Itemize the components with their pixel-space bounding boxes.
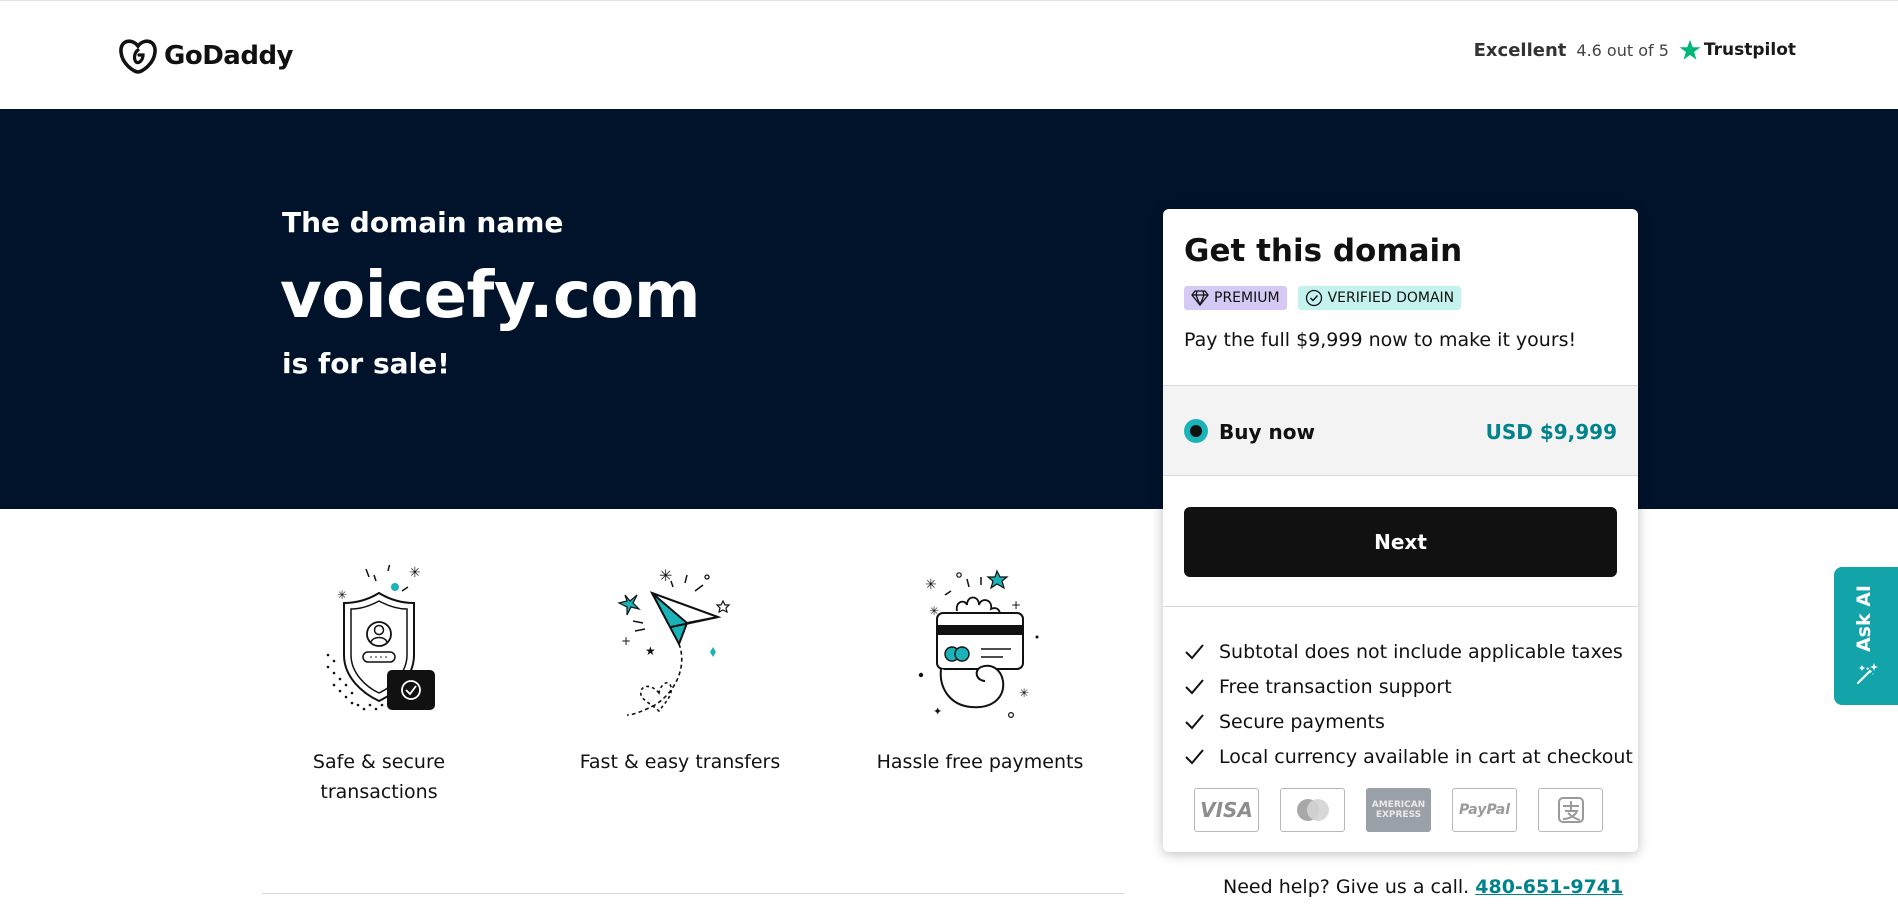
magic-wand-icon	[1856, 663, 1878, 685]
paypal-icon: PayPal	[1452, 788, 1517, 832]
benefit-item: Free transaction support	[1184, 669, 1633, 704]
svg-text:✳: ✳	[925, 577, 937, 593]
card-title: Get this domain	[1184, 233, 1463, 269]
alipay-icon	[1538, 788, 1603, 832]
page: GoDaddy Excellent 4.6 out of 5 Trustpilo…	[0, 0, 1898, 914]
feature-hassle-free-payments: ✳ + ✳ ✳ ✦ Hassle free payments	[860, 565, 1100, 777]
benefit-item: Subtotal does not include applicable tax…	[1184, 634, 1633, 669]
trust-rating-text: 4.6 out of 5	[1576, 40, 1669, 60]
buy-now-option[interactable]: Buy now USD $9,999	[1163, 385, 1638, 476]
buy-now-label: Buy now	[1219, 420, 1315, 444]
feature-label: Fast & easy transfers	[579, 751, 781, 773]
american-express-icon: AMERICAN EXPRESS	[1366, 788, 1431, 832]
help-text: Need help? Give us a call.	[1223, 876, 1470, 898]
benefit-text: Local currency available in cart at chec…	[1219, 745, 1633, 768]
feature-fast-transfers: ✳ + ★ Fast & easy transfers	[560, 565, 800, 777]
hero-subtitle: The domain name	[282, 206, 564, 239]
svg-text:✳: ✳	[337, 588, 347, 602]
amex-label: AMERICAN EXPRESS	[1371, 800, 1426, 820]
verified-badge-label: VERIFIED DOMAIN	[1327, 290, 1455, 306]
logo-text: GoDaddy	[164, 41, 294, 71]
benefit-text: Free transaction support	[1219, 675, 1452, 698]
feature-safe-transactions: ✳ ✳ Safe & secure transactions	[259, 562, 499, 807]
visa-icon: VISA	[1194, 788, 1259, 832]
premium-badge-label: PREMIUM	[1214, 290, 1280, 306]
benefit-item: Secure payments	[1184, 704, 1633, 739]
hand-card-icon: ✳ + ✳ ✳ ✦	[918, 569, 1039, 719]
benefits-list: Subtotal does not include applicable tax…	[1184, 634, 1633, 774]
domain-name-heading: voicefy.com	[280, 259, 701, 333]
svg-text:✳: ✳	[1019, 686, 1029, 700]
benefit-text: Subtotal does not include applicable tax…	[1219, 640, 1623, 663]
site-header: GoDaddy Excellent 4.6 out of 5 Trustpilo…	[0, 0, 1898, 109]
checkmark-icon	[1185, 748, 1204, 764]
phone-link[interactable]: 480-651-9741	[1475, 876, 1623, 898]
trustpilot-label: Trustpilot	[1703, 40, 1796, 60]
checkmark-icon	[1185, 713, 1204, 729]
trust-excellent-label: Excellent	[1473, 39, 1567, 61]
godaddy-logo[interactable]: GoDaddy	[118, 38, 294, 74]
trustpilot-logo: Trustpilot	[1679, 39, 1796, 61]
mastercard-icon	[1280, 788, 1345, 832]
paper-plane-icon: ✳ + ★	[617, 566, 731, 716]
godaddy-logo-icon	[119, 39, 157, 74]
svg-text:+: +	[1011, 598, 1021, 612]
for-sale-text: is for sale!	[282, 347, 450, 380]
checkmark-icon	[1185, 643, 1204, 659]
diamond-icon	[1191, 290, 1209, 306]
svg-text:✳: ✳	[659, 566, 672, 585]
benefit-text: Secure payments	[1219, 710, 1385, 733]
shield-icon: ✳ ✳	[326, 562, 435, 711]
svg-text:★: ★	[645, 644, 656, 658]
mastercard-logo	[1296, 799, 1329, 821]
svg-text:+: +	[621, 634, 631, 648]
card-separator	[1163, 606, 1638, 607]
svg-text:✳: ✳	[409, 565, 421, 581]
payment-methods: VISA AMERICAN EXPRESS PayPal	[1194, 788, 1603, 832]
benefit-item: Local currency available in cart at chec…	[1184, 739, 1633, 774]
buy-now-price: USD $9,999	[1485, 420, 1617, 444]
ask-ai-label: Ask AI	[1853, 585, 1875, 653]
visa-label: VISA	[1200, 798, 1253, 822]
alipay-logo	[1557, 797, 1584, 823]
premium-badge: PREMIUM	[1184, 286, 1287, 310]
section-divider	[262, 893, 1124, 894]
check-circle-icon	[1305, 289, 1322, 307]
checkmark-icon	[1185, 678, 1204, 694]
feature-label: Hassle free payments	[876, 751, 1084, 773]
verified-badge: VERIFIED DOMAIN	[1297, 286, 1462, 310]
purchase-card: Get this domain PREMIUM VERIFIED DOMAIN …	[1163, 209, 1638, 852]
svg-text:✦: ✦	[933, 705, 942, 718]
trustpilot-star-icon	[1679, 39, 1701, 60]
ask-ai-tab[interactable]: Ask AI	[1834, 567, 1898, 705]
help-line: Need help? Give us a call. 480-651-9741	[1223, 876, 1623, 898]
feature-label: Safe & secure transactions	[312, 751, 446, 803]
card-description: Pay the full $9,999 now to make it yours…	[1184, 329, 1577, 351]
next-button[interactable]: Next	[1184, 507, 1617, 577]
domain-badges: PREMIUM VERIFIED DOMAIN	[1184, 286, 1462, 310]
paypal-label: PayPal	[1458, 802, 1511, 818]
buy-now-radio[interactable]	[1184, 419, 1208, 443]
trustpilot-rating[interactable]: Excellent 4.6 out of 5 Trustpilot	[1474, 39, 1796, 61]
